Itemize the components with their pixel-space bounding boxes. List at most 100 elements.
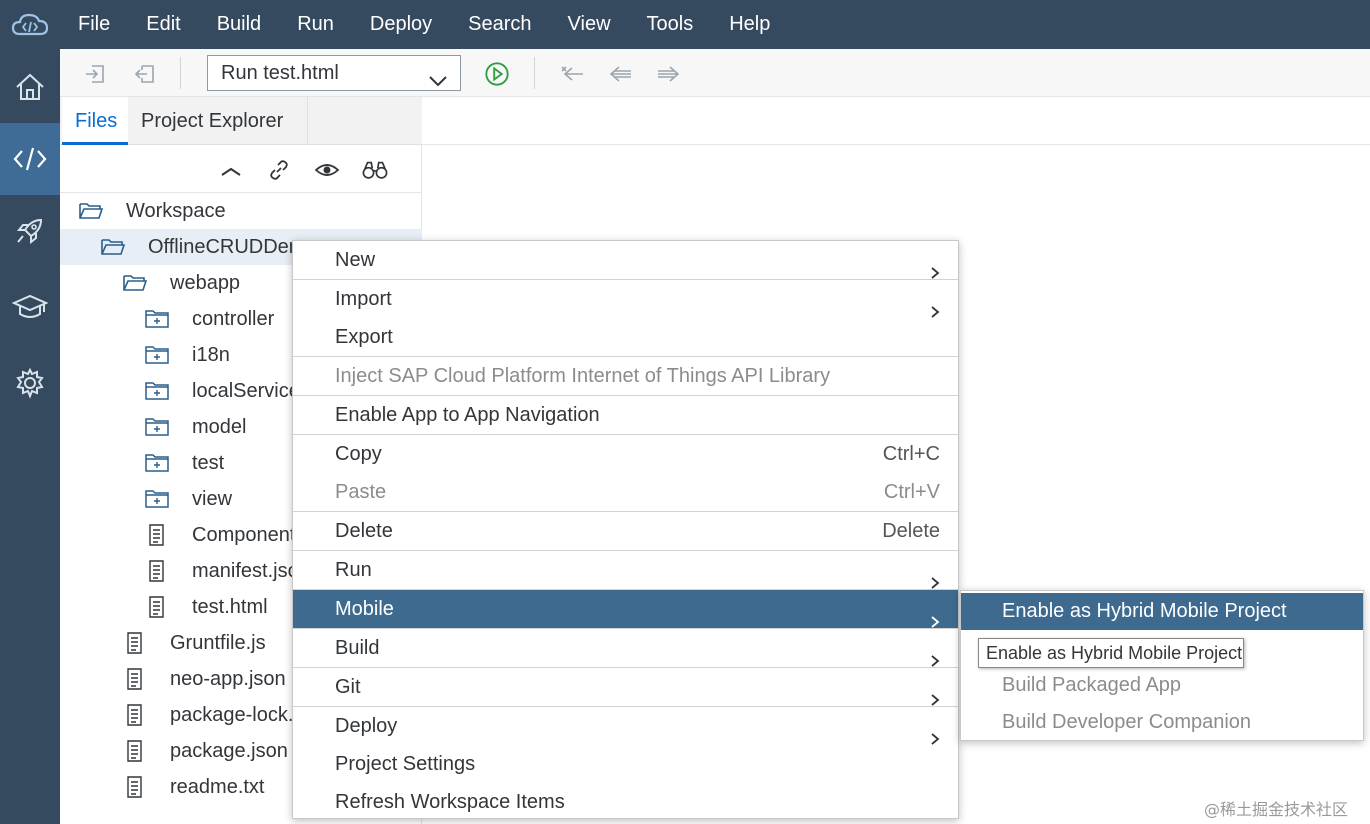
- run-config-select[interactable]: Run test.html: [207, 55, 461, 91]
- gear-icon[interactable]: [0, 347, 60, 419]
- run-config-label: Run test.html: [221, 62, 339, 84]
- context-menu-label: Enable App to App Navigation: [335, 404, 600, 426]
- context-menu-item-paste[interactable]: Paste Ctrl+V: [293, 473, 958, 511]
- folder-closed-icon: [144, 486, 170, 512]
- export-icon[interactable]: [132, 61, 158, 87]
- collapse-icon[interactable]: [218, 157, 244, 183]
- folder-closed-icon: [144, 378, 170, 404]
- shortcut-label: Ctrl+C: [882, 443, 940, 465]
- tree-label: localService: [192, 379, 300, 402]
- toolbar-separator: [180, 57, 181, 89]
- folder-open-icon: [100, 234, 126, 260]
- tree-label: Workspace: [126, 199, 226, 222]
- run-icon[interactable]: [484, 61, 510, 87]
- home-icon[interactable]: [0, 51, 60, 123]
- menu-file[interactable]: File: [60, 0, 128, 49]
- file-icon: [122, 774, 148, 800]
- menu-deploy[interactable]: Deploy: [352, 0, 450, 49]
- graduation-cap-icon[interactable]: [0, 271, 60, 343]
- menu-run[interactable]: Run: [279, 0, 352, 49]
- file-icon: [122, 702, 148, 728]
- context-menu-item-export[interactable]: Export: [293, 318, 958, 356]
- tree-label: webapp: [170, 271, 241, 294]
- context-menu-label: Deploy: [335, 715, 398, 737]
- context-menu-label: New: [335, 249, 376, 271]
- tree-label: controller: [192, 307, 275, 330]
- import-icon[interactable]: [82, 61, 108, 87]
- folder-open-icon: [122, 270, 148, 296]
- context-menu-item-build[interactable]: Build: [293, 629, 958, 667]
- context-menu-item-copy[interactable]: Copy Ctrl+C: [293, 435, 958, 473]
- tree-label: readme.txt: [170, 775, 265, 798]
- submenu-item-enable-as-hybrid[interactable]: Enable as Hybrid Mobile Project: [961, 593, 1363, 630]
- context-menu-item-git[interactable]: Git: [293, 668, 958, 706]
- menu-search[interactable]: Search: [450, 0, 549, 49]
- folder-open-icon: [78, 198, 104, 224]
- folder-closed-icon: [144, 342, 170, 368]
- code-icon[interactable]: [0, 123, 60, 195]
- context-menu-item-enable-app[interactable]: Enable App to App Navigation: [293, 396, 958, 434]
- back-to-last-edit-icon[interactable]: [560, 61, 586, 87]
- context-menu-item-run[interactable]: Run: [293, 551, 958, 589]
- context-menu-label: Mobile: [335, 598, 394, 620]
- tree-row[interactable]: Workspace: [60, 193, 422, 229]
- context-menu-label: Copy: [335, 443, 382, 465]
- context-menu: New Import Export Inject SAP Cloud Platform…: [292, 240, 959, 819]
- tree-label: test.html: [192, 595, 268, 618]
- menu-help[interactable]: Help: [711, 0, 788, 49]
- folder-closed-icon: [144, 306, 170, 332]
- context-menu-item-project-settings[interactable]: Project Settings: [293, 745, 958, 783]
- context-menu-label: Inject SAP Cloud Platform Internet of Th…: [335, 365, 831, 387]
- forward-icon[interactable]: [655, 61, 681, 87]
- file-icon: [144, 522, 170, 548]
- context-menu-item-import[interactable]: Import: [293, 280, 958, 318]
- folder-closed-icon: [144, 450, 170, 476]
- files-subtoolbar: [60, 145, 422, 193]
- menu-tools[interactable]: Tools: [629, 0, 712, 49]
- context-menu-label: Run: [335, 559, 372, 581]
- cloud-code-icon[interactable]: [0, 0, 60, 49]
- submenu-item-build-developer-companion[interactable]: Build Developer Companion: [961, 704, 1363, 741]
- context-menu-label: Import: [335, 288, 392, 310]
- chevron-down-icon: [428, 65, 448, 99]
- watermark: @稀土掘金技术社区: [1204, 800, 1349, 819]
- toolbar-separator: [534, 57, 535, 89]
- context-menu-item-inject-sap[interactable]: Inject SAP Cloud Platform Internet of Th…: [293, 357, 958, 395]
- menu-build[interactable]: Build: [199, 0, 279, 49]
- context-menu-item-deploy[interactable]: Deploy: [293, 707, 958, 745]
- file-icon: [144, 558, 170, 584]
- context-menu-label: Refresh Workspace Items: [335, 791, 565, 813]
- left-rail: [0, 49, 60, 824]
- tree-label: test: [192, 451, 225, 474]
- tab-files[interactable]: Files: [62, 97, 128, 145]
- submenu-item-build-packaged-app[interactable]: Build Packaged App: [961, 667, 1363, 704]
- context-menu-item-mobile[interactable]: Mobile: [293, 590, 958, 628]
- eye-icon[interactable]: [314, 157, 340, 183]
- file-icon: [144, 594, 170, 620]
- folder-closed-icon: [144, 414, 170, 440]
- shortcut-label: Delete: [882, 520, 940, 542]
- context-menu-label: Delete: [335, 520, 393, 542]
- rocket-icon[interactable]: [0, 195, 60, 267]
- tree-label: neo-app.json: [170, 667, 286, 690]
- file-icon: [122, 666, 148, 692]
- context-menu-label: Project Settings: [335, 753, 476, 775]
- menu-edit[interactable]: Edit: [128, 0, 198, 49]
- context-menu-label: Paste: [335, 481, 387, 503]
- tree-label: i18n: [192, 343, 230, 366]
- shortcut-label: Ctrl+V: [883, 481, 940, 503]
- context-menu-label: Export: [335, 326, 393, 348]
- editor-tab-strip: [422, 97, 1370, 145]
- context-menu-item-delete[interactable]: Delete Delete: [293, 512, 958, 550]
- tree-label: package.json: [170, 739, 288, 762]
- tab-project-explorer[interactable]: Project Explorer: [128, 97, 308, 145]
- binoculars-icon[interactable]: [362, 157, 388, 183]
- tooltip: Enable as Hybrid Mobile Project: [978, 638, 1244, 668]
- tree-label: view: [192, 487, 233, 510]
- link-icon[interactable]: [266, 157, 292, 183]
- menu-view[interactable]: View: [550, 0, 629, 49]
- tree-label: model: [192, 415, 247, 438]
- context-menu-item-new[interactable]: New: [293, 241, 958, 279]
- context-menu-item-refresh-workspace[interactable]: Refresh Workspace Items: [293, 783, 958, 821]
- back-icon[interactable]: [608, 61, 634, 87]
